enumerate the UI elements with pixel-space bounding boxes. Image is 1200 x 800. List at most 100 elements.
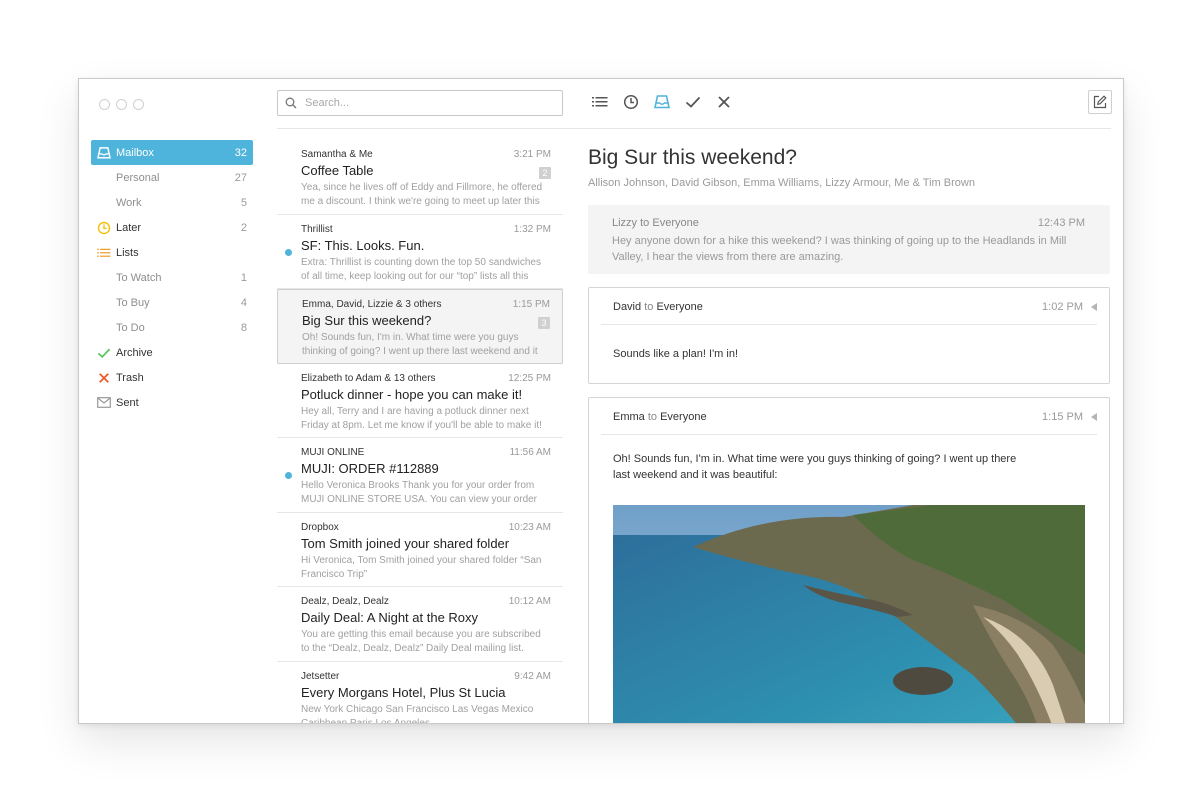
minimize-window-button[interactable] <box>116 99 127 110</box>
window-controls <box>99 99 144 110</box>
sidebar-item-to-watch[interactable]: To Watch 1 <box>91 265 253 290</box>
sidebar-item-label: Lists <box>116 246 139 259</box>
thread-count-badge: 3 <box>538 317 550 329</box>
sidebar-item-work[interactable]: Work 5 <box>91 190 253 215</box>
message-subject: Daily Deal: A Night at the Roxy <box>301 610 479 625</box>
x-icon <box>96 370 112 386</box>
search-box[interactable] <box>277 90 563 116</box>
mailbox-tray-icon <box>96 145 112 161</box>
search-input[interactable] <box>303 96 547 110</box>
sidebar-item-lists[interactable]: Lists <box>91 240 253 265</box>
message-list-item[interactable]: Thrillist 1:32 PM SF: This. Looks. Fun. … <box>277 215 563 289</box>
move-to-mailbox-button[interactable] <box>653 93 671 111</box>
unread-dot <box>285 248 292 256</box>
message-subject: SF: This. Looks. Fun. <box>301 237 425 253</box>
message-sender-line: Emma to Everyone <box>613 411 707 423</box>
search-icon <box>285 97 297 109</box>
caret-left-icon[interactable] <box>1091 303 1097 311</box>
message-preview: Hello Veronica Brooks Thank you for your… <box>301 480 538 505</box>
message-snippet: Hey anyone down for a hike this weekend?… <box>612 235 1067 263</box>
message-list-item[interactable]: Elizabeth to Adam & 13 others 12:25 PM P… <box>277 364 563 438</box>
message-list-item-selected[interactable]: Emma, David, Lizzie & 3 others 1:15 PM 3… <box>277 289 563 364</box>
recipient-name: Everyone <box>652 217 699 229</box>
collapsed-message[interactable]: Lizzy to Everyone 12:43 PM Hey anyone do… <box>588 205 1110 274</box>
message-list-item[interactable]: Samantha & Me 3:21 PM 2 Coffee Table Yea… <box>277 140 563 215</box>
thread-count-badge: 2 <box>539 167 551 179</box>
sidebar-item-trash[interactable]: Trash <box>91 365 253 390</box>
unread-count: 4 <box>240 296 247 309</box>
clock-icon <box>623 94 639 110</box>
message-sender-line: Lizzy to Everyone <box>612 217 1086 229</box>
sidebar-item-label: Sent <box>116 396 139 409</box>
message-card: Emma to Everyone 1:15 PM Oh! Sounds fun,… <box>588 397 1110 723</box>
message-time: 1:15 PM <box>512 299 550 310</box>
message-list-item[interactable]: Jetsetter 9:42 AM Every Morgans Hotel, P… <box>277 662 563 724</box>
sidebar-item-label: To Watch <box>116 271 162 284</box>
message-list-item[interactable]: Dropbox 10:23 AM Tom Smith joined your s… <box>277 513 563 587</box>
caret-left-icon[interactable] <box>1091 413 1097 421</box>
message-card: David to Everyone 1:02 PM Sounds like a … <box>588 287 1110 384</box>
later-button[interactable] <box>622 93 640 111</box>
sidebar-item-label: Work <box>116 196 142 209</box>
list-button[interactable] <box>591 93 609 111</box>
message-sender-line: David to Everyone <box>613 301 703 313</box>
archive-button[interactable] <box>684 93 702 111</box>
sidebar-item-label: Trash <box>116 371 144 384</box>
unread-count: 8 <box>240 321 247 334</box>
message-preview: New York Chicago San Francisco Las Vegas… <box>301 703 534 724</box>
coastline-photo <box>613 505 1085 723</box>
sidebar-item-label: Later <box>116 221 142 234</box>
sidebar: Mailbox 32 Personal 27 Work 5 Later 2 Li… <box>91 140 253 415</box>
message-subject: Big Sur this weekend? <box>302 313 432 328</box>
message-subject: Coffee Table <box>301 163 374 178</box>
delete-button[interactable] <box>715 93 733 111</box>
message-body: Sounds like a plan! I'm in! <box>613 348 739 360</box>
message-preview: Oh! Sounds fun, I'm in. What time were y… <box>302 332 538 357</box>
unread-count: 32 <box>234 146 247 159</box>
unread-dot <box>285 472 292 479</box>
sidebar-item-later[interactable]: Later 2 <box>91 215 253 240</box>
message-preview: You are getting this email because you a… <box>301 629 541 654</box>
message-preview: Extra: Thrillist is counting down the to… <box>301 256 541 282</box>
sender-name: David <box>613 301 642 313</box>
thread-participants: Allison Johnson, David Gibson, Emma Will… <box>588 177 975 189</box>
sidebar-item-sent[interactable]: Sent <box>91 390 253 415</box>
recipient-name: Everyone <box>656 301 703 313</box>
recipient-name: Everyone <box>660 411 707 423</box>
message-list: Samantha & Me 3:21 PM 2 Coffee Table Yea… <box>277 140 563 723</box>
zoom-window-button[interactable] <box>133 99 144 110</box>
compose-button[interactable] <box>1088 90 1112 114</box>
message-body: Oh! Sounds fun, I'm in. What time were y… <box>613 453 1017 481</box>
thread-title: Big Sur this weekend? <box>588 146 797 169</box>
message-time: 9:42 AM <box>514 670 551 682</box>
message-subject: MUJI: ORDER #112889 <box>301 461 439 476</box>
message-list-item[interactable]: Dealz, Dealz, Dealz 10:12 AM Daily Deal:… <box>277 587 563 662</box>
close-window-button[interactable] <box>99 99 110 110</box>
message-time: 11:56 AM <box>509 447 551 458</box>
sidebar-item-to-do[interactable]: To Do 8 <box>91 315 253 340</box>
message-time: 12:43 PM <box>1037 217 1085 229</box>
list-icon <box>592 97 608 107</box>
to-word: to <box>644 301 654 313</box>
compose-icon <box>1093 95 1107 109</box>
message-time: 3:21 PM <box>513 149 551 160</box>
message-list-item[interactable]: MUJI ONLINE 11:56 AM MUJI: ORDER #112889… <box>277 438 563 513</box>
to-word: to <box>647 411 658 423</box>
message-preview: Yea, since he lives off of Eddy and Fill… <box>301 182 543 207</box>
x-icon <box>718 96 730 108</box>
message-header[interactable]: Emma to Everyone 1:15 PM <box>601 398 1097 435</box>
sidebar-item-archive[interactable]: Archive <box>91 340 253 365</box>
toolbar-divider <box>277 128 1111 129</box>
sidebar-item-personal[interactable]: Personal 27 <box>91 165 253 190</box>
message-subject: Every Morgans Hotel, Plus St Lucia <box>301 684 506 700</box>
sender-name: Lizzy <box>612 217 638 229</box>
sidebar-item-to-buy[interactable]: To Buy 4 <box>91 290 253 315</box>
message-time: 1:02 PM <box>1042 301 1083 313</box>
sidebar-item-label: To Buy <box>116 296 150 309</box>
message-subject: Potluck dinner - hope you can make it! <box>301 386 523 402</box>
sidebar-item-mailbox[interactable]: Mailbox 32 <box>91 140 253 165</box>
message-time: 10:23 AM <box>508 521 551 533</box>
message-header[interactable]: David to Everyone 1:02 PM <box>601 288 1097 325</box>
unread-count: 1 <box>240 271 247 284</box>
sender-name: Emma <box>613 411 645 423</box>
